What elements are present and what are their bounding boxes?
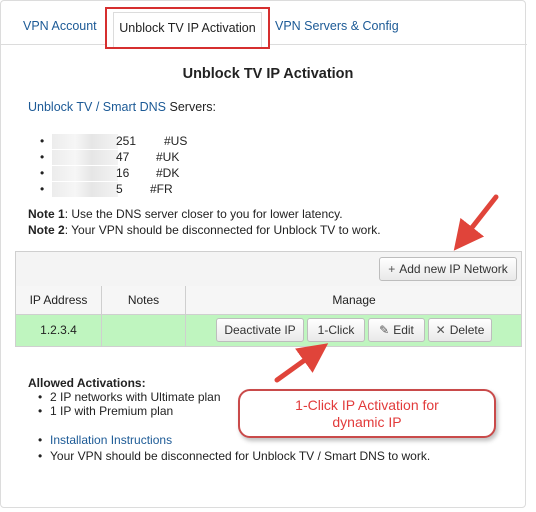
column-header-notes: Notes xyxy=(102,286,186,314)
delete-button[interactable]: ✕ Delete xyxy=(428,318,492,342)
tab-unblock-tv-highlight: Unblock TV IP Activation xyxy=(105,7,270,49)
note-2: Note 2: Your VPN should be disconnected … xyxy=(28,223,381,237)
note-1: Note 1: Use the DNS server closer to you… xyxy=(28,207,343,221)
tab-bar: VPN Account Unblock TV IP Activation VPN… xyxy=(1,1,527,49)
allowed-activations: Allowed Activations: 2 IP networks with … xyxy=(28,376,221,418)
pencil-icon: ✎ xyxy=(379,323,390,337)
notes: Note 1: Use the DNS server closer to you… xyxy=(28,206,381,238)
redacted-ip xyxy=(52,150,118,165)
redacted-ip xyxy=(52,182,118,197)
one-click-button[interactable]: 1-Click xyxy=(307,318,365,342)
close-icon: ✕ xyxy=(435,323,446,337)
grid-header: IP Address Notes Manage xyxy=(16,286,521,315)
add-ip-network-button[interactable]: + Add new IP Network xyxy=(379,257,517,281)
page-title: Unblock TV IP Activation xyxy=(182,66,354,82)
servers-intro-text: Servers: xyxy=(166,100,217,114)
deactivate-ip-button[interactable]: Deactivate IP xyxy=(216,318,304,342)
ip-address-cell: 1.2.3.4 xyxy=(16,315,102,346)
installation-instructions-link[interactable]: Installation Instructions xyxy=(50,433,172,447)
redacted-ip xyxy=(52,166,118,181)
ip-network-grid: + Add new IP Network IP Address Notes Man… xyxy=(15,251,522,347)
allowed-activations-list: 2 IP networks with Ultimate plan 1 IP wi… xyxy=(28,390,221,418)
tab-vpn-servers-config[interactable]: VPN Servers & Config xyxy=(263,10,411,44)
callout-line-2: dynamic IP xyxy=(332,414,402,430)
callout-line-1: 1-Click IP Activation for xyxy=(295,397,439,413)
grid-toolbar: + Add new IP Network xyxy=(16,252,521,287)
column-header-manage: Manage xyxy=(332,293,376,307)
allowed-activations-title: Allowed Activations: xyxy=(28,376,146,390)
list-item: Your VPN should be disconnected for Unbl… xyxy=(38,448,430,464)
edit-button[interactable]: ✎ Edit xyxy=(368,318,425,342)
unblock-tv-smart-dns-link[interactable]: Unblock TV / Smart DNS xyxy=(28,100,166,114)
notes-cell xyxy=(102,315,186,346)
callout-bubble: 1-Click IP Activation for dynamic IP xyxy=(238,389,496,438)
redacted-ip xyxy=(52,134,118,149)
column-header-ip-address: IP Address xyxy=(16,286,102,314)
list-item: 1 IP with Premium plan xyxy=(38,404,221,418)
servers-intro: Unblock TV / Smart DNS Servers: xyxy=(28,100,216,114)
list-item: 2 IP networks with Ultimate plan xyxy=(38,390,221,404)
tab-unblock-tv-ip-activation[interactable]: Unblock TV IP Activation xyxy=(113,12,262,47)
table-row: 1.2.3.4 Deactivate IP 1-Click ✎ Edit ✕ Del… xyxy=(16,315,521,346)
plus-icon: + xyxy=(388,262,396,276)
tab-vpn-account[interactable]: VPN Account xyxy=(11,10,109,44)
